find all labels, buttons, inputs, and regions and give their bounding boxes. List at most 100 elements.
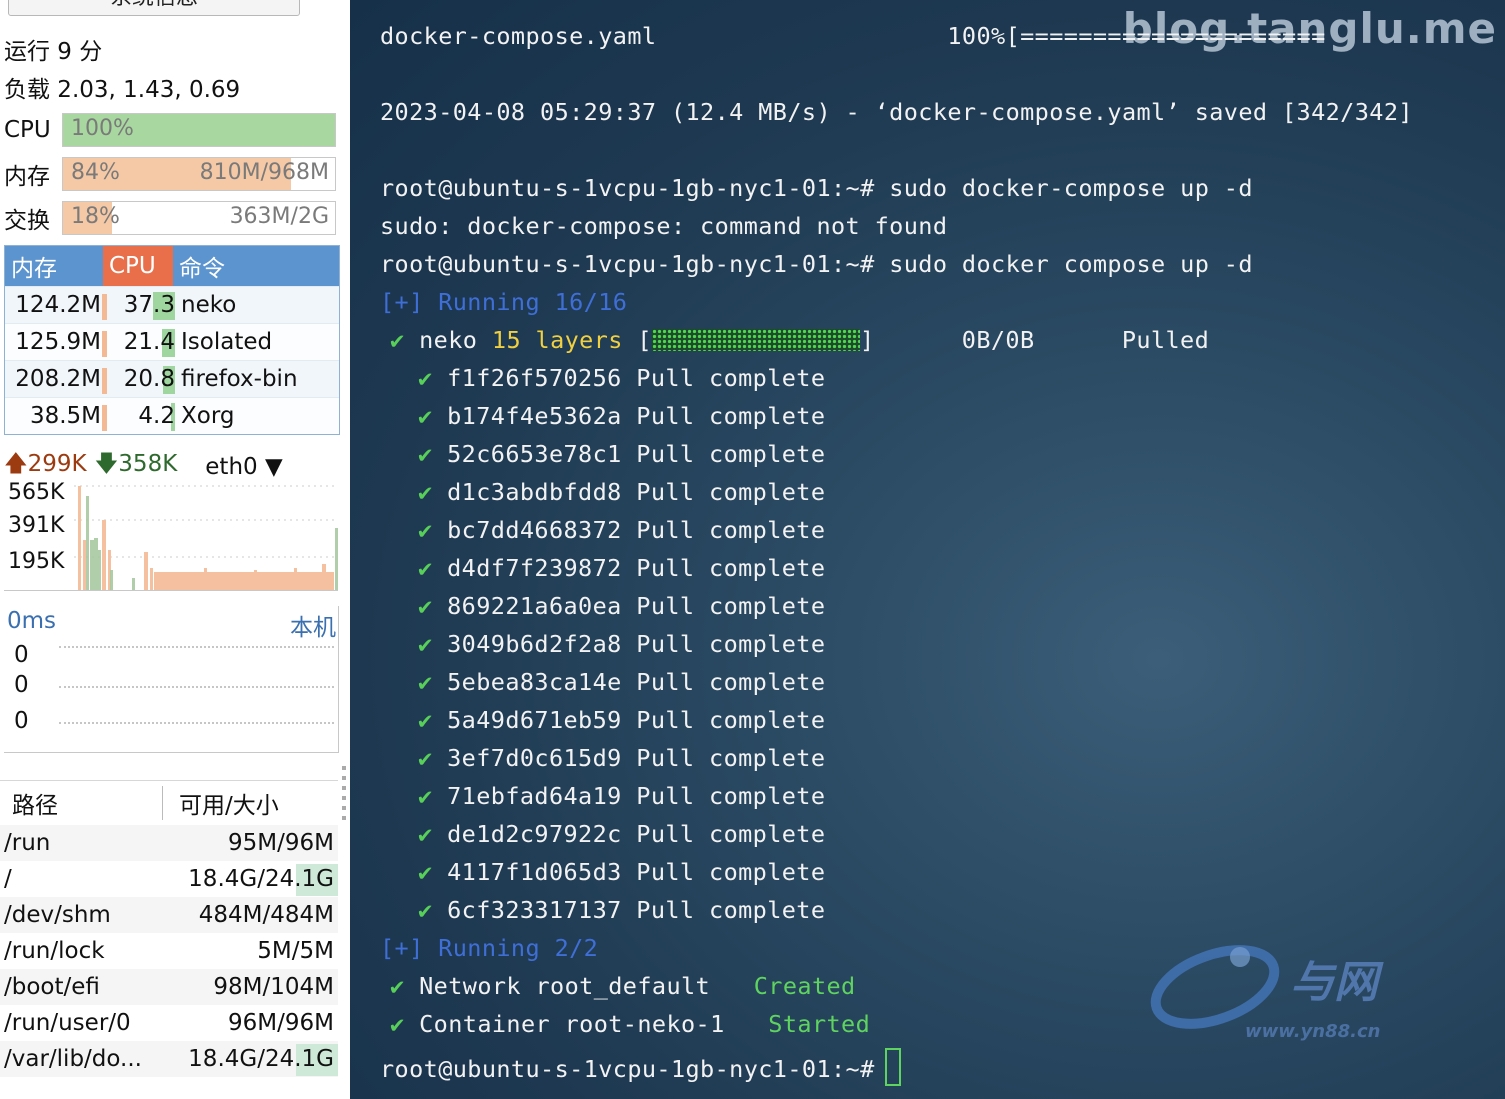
layer-pull-line: ✔ 869221a6a0ea Pull complete [418,592,825,620]
disk-row[interactable]: /dev/shm 484M/484M [0,897,338,933]
terminal-window[interactable]: blog.tanglu.me docker-compose.yaml 100%[… [350,0,1505,1099]
ping-target[interactable]: 本机 [290,608,336,642]
shell-prompt: root@ubuntu-s-1vcpu-1gb-nyc1-01:~# [380,250,875,278]
process-row[interactable]: 208.2M 20.8 firefox-bin [5,360,339,397]
meter-amount: 363M/2G [229,204,329,229]
process-command: neko [181,292,237,318]
panel-splitter-handle[interactable] [341,760,347,840]
check-icon: ✔ [390,326,405,354]
disk-row[interactable]: /run 95M/96M [0,825,338,861]
disk-path: /dev/shm [4,902,111,928]
layer-id: b174f4e5362a [447,402,622,430]
process-memory: 124.2M [5,292,107,320]
ping-value: 0 [14,708,29,734]
meter-label: 内存 [4,164,50,190]
check-icon: ✔ [390,1010,405,1038]
caret-down-icon: ▼ [264,453,283,480]
layer-id: d1c3abdbfdd8 [447,478,622,506]
column-header-cpu[interactable]: CPU [103,246,173,286]
layer-pull-line: ✔ 3ef7d0c615d9 Pull complete [418,744,825,772]
swap-meter: 交换 18% 363M/2G [4,201,336,235]
disk-row[interactable]: /var/lib/do... 18.4G/24.1G [0,1041,338,1077]
layer-pull-line: ✔ 52c6653e78c1 Pull complete [418,440,825,468]
ping-latency: 0ms [7,608,57,634]
check-icon: ✔ [418,820,433,848]
ping-gridline [59,722,334,724]
arrow-down-icon: 🡇 [94,451,119,477]
layer-status: Pull complete [636,478,826,506]
graph-y-label: 195K [8,549,65,574]
layer-id: 5a49d671eb59 [447,706,622,734]
running-status: [+] Running 16/16 [380,288,628,316]
layer-status: Pull complete [636,896,826,924]
layer-pull-line: ✔ f1f26f570256 Pull complete [418,364,825,392]
system-info-button[interactable]: 系统信息 [8,0,300,16]
disk-path: /run/user/0 [4,1010,131,1036]
layer-id: 3ef7d0c615d9 [447,744,622,772]
disk-row[interactable]: /run/lock 5M/5M [0,933,338,969]
check-icon: ✔ [418,896,433,924]
interface-selector[interactable]: eth0 ▼ [205,454,282,480]
disk-size: 95M/96M [228,830,334,856]
cpu-meter: CPU 100% [4,113,336,147]
process-row[interactable]: 125.9M 21.4 Isolated [5,323,339,360]
layer-id: 71ebfad64a19 [447,782,622,810]
command-text: sudo docker-compose up -d [874,174,1253,202]
disk-path: /boot/efi [4,974,100,1000]
process-cpu: 4.2 [138,403,175,429]
memory-meter: 内存 84% 810M/968M [4,157,336,191]
column-header-size[interactable]: 可用/大小 [163,786,279,820]
ping-value: 0 [14,642,29,668]
column-header-path[interactable]: 路径 [0,786,163,820]
graph-y-label: 565K [8,480,65,505]
layer-id: d4df7f239872 [447,554,622,582]
layer-status: Pull complete [636,782,826,810]
column-header-command[interactable]: 命令 [173,249,225,283]
disk-row[interactable]: /run/user/0 96M/96M [0,1005,338,1041]
layer-id: 869221a6a0ea [447,592,622,620]
site-logo-watermark: 与网 www.yn88.cn [1150,945,1384,1042]
disk-size: 96M/96M [228,1010,334,1036]
process-memory: 125.9M [5,329,107,357]
check-icon: ✔ [390,972,405,1000]
logo-url: www.yn88.cn [1245,1021,1381,1042]
terminal-line: root@ubuntu-s-1vcpu-1gb-nyc1-01:~# sudo … [380,250,1253,278]
layer-pull-line: ✔ 5ebea83ca14e Pull complete [418,668,825,696]
check-icon: ✔ [418,744,433,772]
layer-status: Pull complete [636,364,826,392]
disk-rows: /run 95M/96M / 18.4G/24.1G /dev/shm 484M/48… [0,825,338,1077]
process-cpu: 20.8 [123,366,175,392]
layer-status: Pull complete [636,592,826,620]
layer-pull-line: ✔ b174f4e5362a Pull complete [418,402,825,430]
layer-id: de1d2c97922c [447,820,622,848]
layer-pull-line: ✔ 71ebfad64a19 Pull complete [418,782,825,810]
disk-size: 98M/104M [213,974,334,1000]
layer-status: Pull complete [636,630,826,658]
meter-label: CPU [4,117,51,143]
image-pull-line: ✔ neko 15 layers [] 0B/0B Pulled [390,326,1210,354]
disk-row[interactable]: /boot/efi 98M/104M [0,969,338,1005]
layer-status: Pull complete [636,820,826,848]
process-cpu: 21.4 [123,329,175,355]
check-icon: ✔ [418,364,433,392]
process-row[interactable]: 124.2M 37.3 neko [5,286,339,323]
ping-gridline [59,686,334,688]
disk-row[interactable]: / 18.4G/24.1G [0,861,338,897]
ping-gridline [59,646,334,648]
disk-size: 5M/5M [257,938,334,964]
layer-status: Pull complete [636,668,826,696]
process-row[interactable]: 38.5M 4.2 Xorg [5,397,339,434]
meter-percent: 84% [71,160,120,185]
process-table-header: 内存 CPU 命令 [5,246,339,286]
terminal-line: root@ubuntu-s-1vcpu-1gb-nyc1-01:~# [380,1048,901,1086]
terminal-line: sudo: docker-compose: command not found [380,212,948,240]
uptime-text: 运行 9 分 [4,39,103,65]
layer-pull-line: ✔ d4df7f239872 Pull complete [418,554,825,582]
ping-value: 0 [14,672,29,698]
column-header-memory[interactable]: 内存 [5,249,103,283]
layer-id: f1f26f570256 [447,364,622,392]
shell-prompt: root@ubuntu-s-1vcpu-1gb-nyc1-01:~# [380,174,875,202]
check-icon: ✔ [418,402,433,430]
layer-status: Pull complete [636,744,826,772]
pull-progress-bar [651,329,860,351]
